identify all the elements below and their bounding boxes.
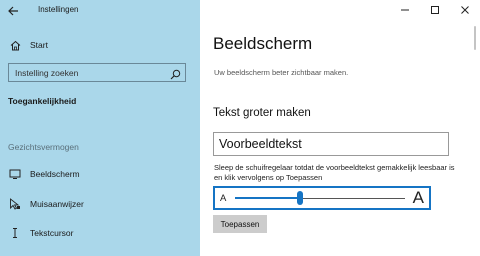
sidebar-item-label: Muisaanwijzer	[30, 199, 84, 209]
scrollbar[interactable]	[474, 26, 476, 50]
text-size-slider[interactable]: A A	[213, 186, 431, 210]
window-controls	[390, 0, 480, 20]
sidebar-section-heading: Toegankelijkheid	[8, 96, 77, 106]
back-arrow-icon[interactable]	[6, 4, 20, 18]
sidebar-item-beeldscherm[interactable]: Beeldscherm	[0, 162, 200, 186]
minimize-icon[interactable]	[390, 0, 420, 20]
sample-text-box: Voorbeeldtekst	[213, 132, 449, 156]
slider-min-label: A	[220, 193, 227, 204]
sample-text: Voorbeeldtekst	[219, 137, 302, 151]
search-input[interactable]: Instelling zoeken	[8, 63, 186, 82]
slider-thumb[interactable]	[296, 191, 303, 205]
search-icon[interactable]	[170, 67, 181, 80]
section-title: Tekst groter maken	[213, 107, 311, 119]
nav-home[interactable]: Start	[0, 33, 200, 57]
slider-fill	[235, 197, 300, 199]
home-icon	[9, 39, 21, 51]
sidebar: Instellingen Start Instelling zoeken Toe…	[0, 0, 200, 256]
close-icon[interactable]	[450, 0, 480, 20]
sidebar-item-tekstcursor[interactable]: Tekstcursor	[0, 221, 200, 245]
sidebar-item-label: Tekstcursor	[30, 228, 74, 238]
apply-button[interactable]: Toepassen	[213, 215, 267, 233]
nav-home-label: Start	[30, 40, 48, 50]
app-title: Instellingen	[38, 5, 79, 14]
search-placeholder: Instelling zoeken	[15, 68, 79, 78]
page-subtitle: Uw beeldscherm beter zichtbaar maken.	[214, 68, 349, 77]
maximize-icon[interactable]	[420, 0, 450, 20]
slider-max-label: A	[412, 188, 424, 207]
page-title: Beeldscherm	[213, 34, 313, 53]
sidebar-group-label: Gezichtsvermogen	[8, 142, 79, 152]
sidebar-item-muisaanwijzer[interactable]: Muisaanwijzer	[0, 192, 200, 216]
sidebar-item-label: Beeldscherm	[30, 169, 80, 179]
display-icon	[9, 168, 21, 180]
mouse-pointer-icon	[9, 198, 21, 210]
instruction-text: Sleep de schuifregelaar totdat de voorbe…	[214, 163, 455, 182]
text-cursor-icon	[9, 227, 21, 239]
